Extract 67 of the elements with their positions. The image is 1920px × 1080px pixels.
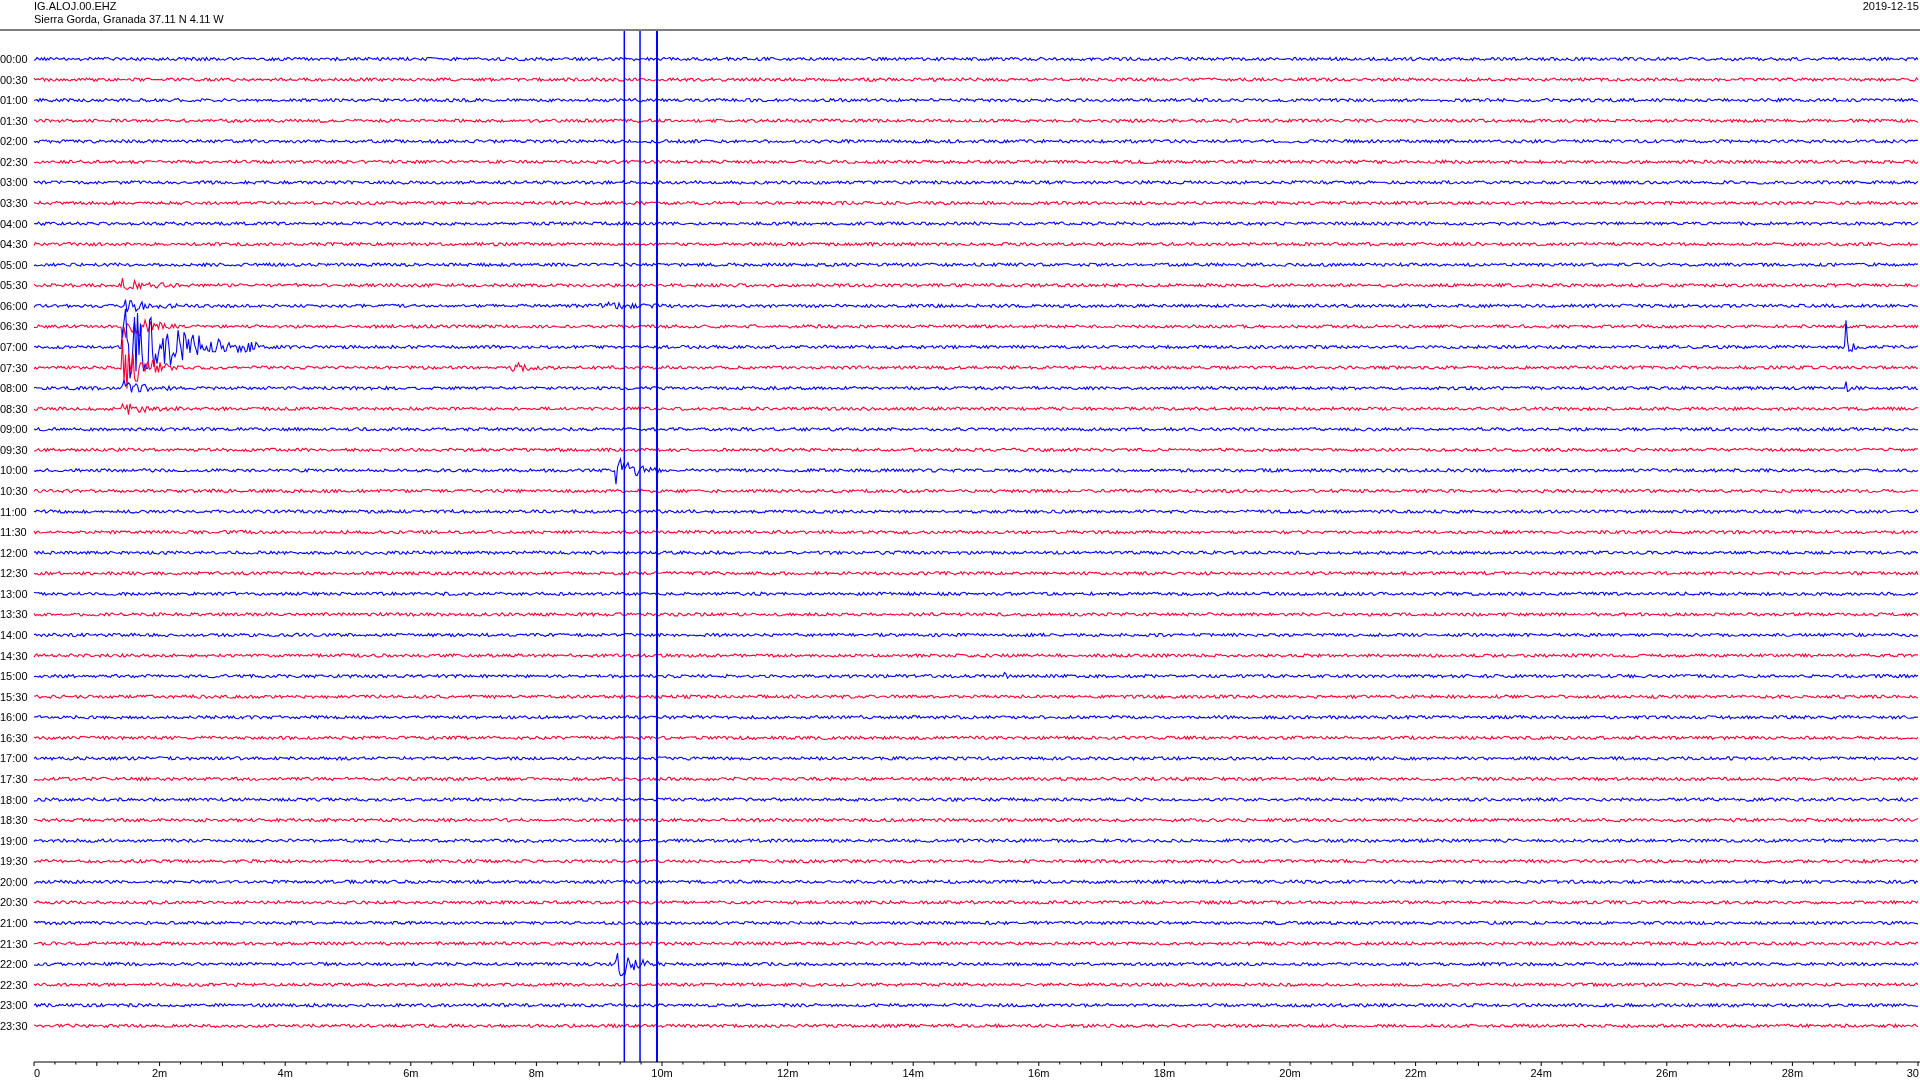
axis-tick-label: 20m (1279, 1067, 1301, 1079)
axis-tick-label: 10m (651, 1067, 673, 1079)
time-label: 07:00 (0, 341, 28, 353)
time-label: 08:30 (0, 402, 28, 415)
time-label: 10:00 (0, 464, 28, 477)
axis-tick-label: 18m (1153, 1067, 1176, 1079)
time-label: 04:00 (0, 217, 28, 230)
time-label: 22:00 (0, 958, 28, 971)
time-label: 14:00 (0, 628, 28, 641)
time-label: 19:30 (0, 855, 28, 868)
axis-tick-label: 12m (776, 1067, 799, 1079)
station-location: Sierra Gorda, Granada 37.11 N 4.11 W (34, 13, 224, 25)
time-label: 21:30 (0, 937, 28, 950)
time-label: 16:00 (0, 711, 28, 724)
time-label: 20:00 (0, 875, 28, 888)
axis-tick-label: 30 (1906, 1067, 1919, 1079)
time-label: 13:00 (0, 587, 28, 600)
time-label: 06:30 (0, 320, 28, 333)
axis-tick-label: 0 (34, 1067, 41, 1079)
time-label: 17:30 (0, 772, 28, 785)
time-label: 04:30 (0, 238, 28, 251)
time-label: 19:00 (0, 834, 28, 847)
time-label: 02:00 (0, 135, 28, 148)
time-label: 18:00 (0, 793, 28, 806)
time-label: 15:30 (0, 690, 28, 703)
time-label: 03:30 (0, 197, 28, 209)
plot-date: 2019-12-15 (1862, 0, 1919, 12)
time-label: 17:00 (0, 752, 28, 765)
time-label: 12:00 (0, 546, 28, 559)
time-label: 11:00 (0, 505, 27, 518)
time-label: 00:30 (0, 73, 28, 86)
time-label: 01:00 (0, 94, 28, 107)
time-label: 18:30 (0, 814, 28, 827)
time-label: 09:00 (0, 423, 28, 436)
time-label: 16:30 (0, 731, 28, 744)
time-label: 08:00 (0, 382, 28, 395)
axis-tick-label: 24m (1530, 1067, 1552, 1079)
axis-tick-label: 14m (902, 1067, 924, 1079)
time-label: 22:30 (0, 978, 28, 991)
time-label: 14:30 (0, 649, 28, 662)
station-code: IG.ALOJ.00.EHZ (34, 0, 117, 12)
time-label: 13:30 (0, 608, 28, 621)
time-label: 11:30 (0, 526, 27, 539)
axis-tick-label: 16m (1028, 1067, 1050, 1079)
time-label: 02:30 (0, 155, 28, 168)
axis-tick-label: 26m (1656, 1067, 1678, 1079)
time-label: 05:30 (0, 279, 28, 292)
time-label: 00:00 (0, 53, 28, 65)
axis-tick-label: 8m (528, 1067, 545, 1079)
time-label: 10:30 (0, 484, 28, 497)
axis-tick-label: 2m (151, 1067, 168, 1079)
time-label: 07:30 (0, 361, 28, 374)
time-label: 23:30 (0, 1019, 28, 1032)
time-label: 12:30 (0, 567, 28, 580)
time-label: 06:00 (0, 299, 28, 312)
time-label: 20:30 (0, 896, 28, 909)
time-label: 03:00 (0, 176, 28, 189)
time-label: 15:00 (0, 670, 28, 683)
axis-tick-label: 28m (1781, 1067, 1804, 1079)
time-label: 01:30 (0, 114, 28, 127)
axis-tick-label: 22m (1404, 1067, 1427, 1079)
time-label: 09:30 (0, 443, 28, 456)
axis-tick-label: 6m (403, 1067, 419, 1079)
time-label: 05:00 (0, 258, 28, 271)
time-label: 21:00 (0, 916, 28, 929)
time-label: 23:00 (0, 999, 28, 1012)
axis-tick-label: 4m (277, 1067, 293, 1079)
